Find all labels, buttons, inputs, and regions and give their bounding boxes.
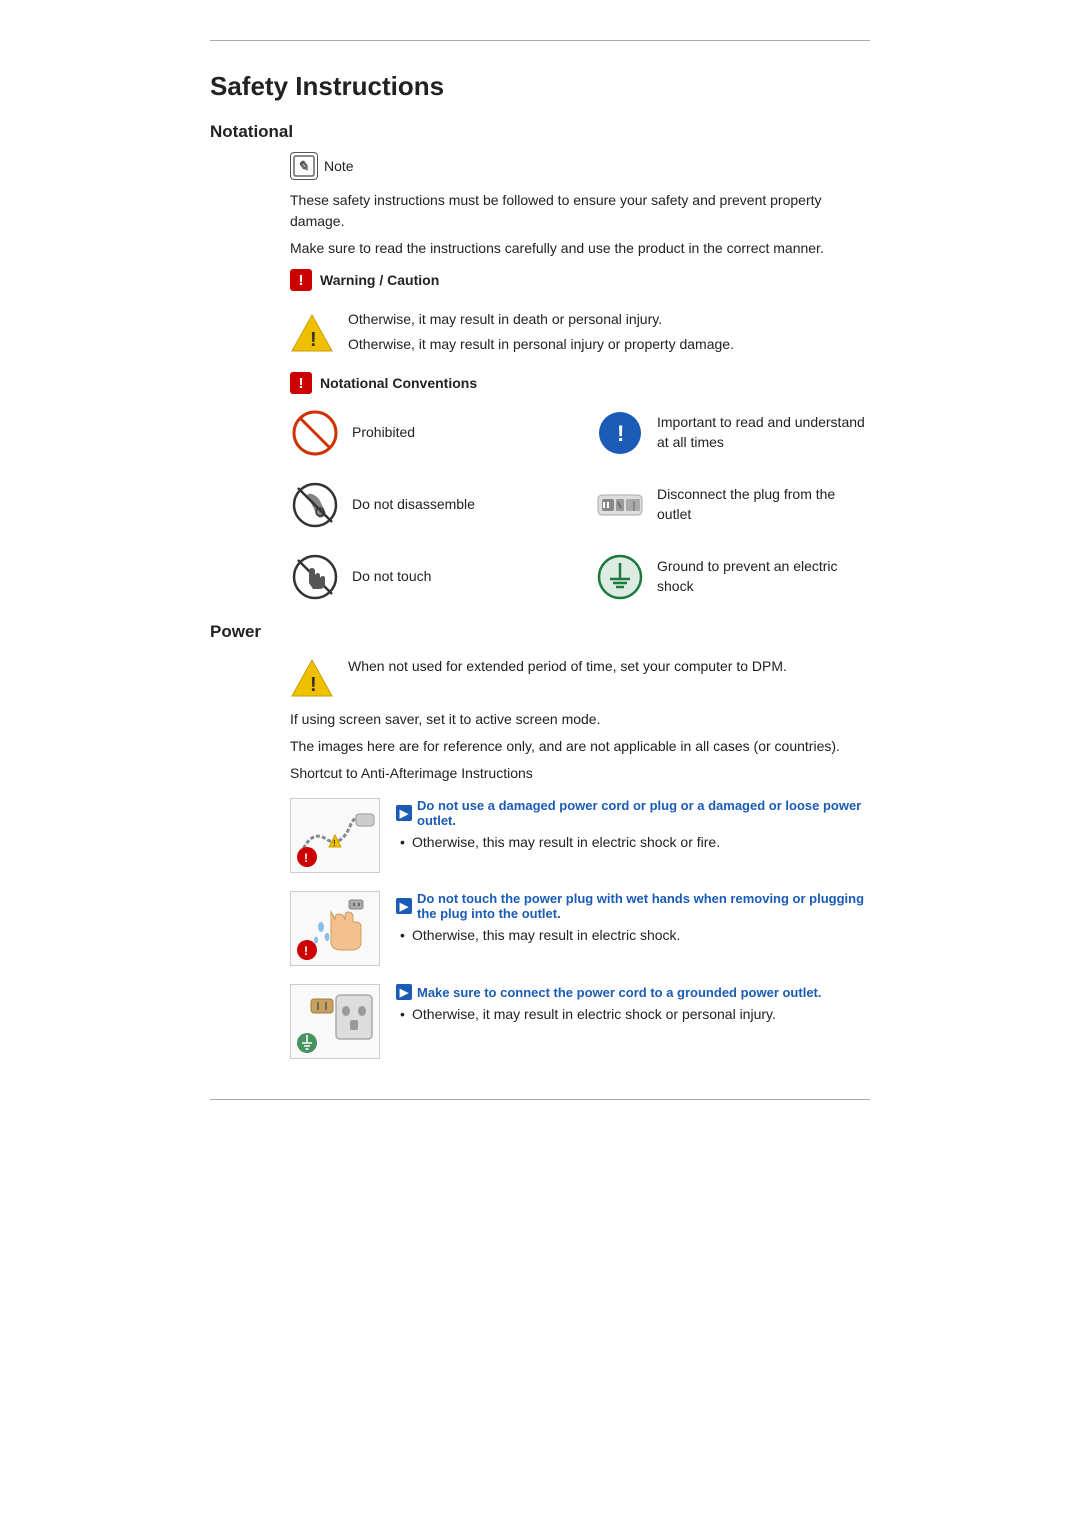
warning-exclaim-icon: ! [290, 269, 312, 291]
ground-label: Ground to prevent an electric shock [657, 557, 870, 596]
power-text2: If using screen saver, set it to active … [290, 709, 870, 730]
important-icon: ! [595, 408, 645, 458]
warning-text1: Otherwise, it may result in death or per… [348, 309, 734, 330]
svg-text:!: ! [304, 851, 308, 865]
power-cord-bullet: Otherwise, this may result in electric s… [396, 832, 870, 853]
power-wet-hands-blue-label: ▶ Do not touch the power plug with wet h… [396, 891, 870, 921]
power-image-wet-hands: ! [290, 891, 380, 966]
warning-label-row: ! Warning / Caution [210, 269, 870, 291]
svg-text:✎: ✎ [297, 158, 309, 174]
warning-label: Warning / Caution [320, 272, 439, 288]
power-item-ground: ▶ Make sure to connect the power cord to… [210, 984, 870, 1059]
power-cord-label-text: Do not use a damaged power cord or plug … [417, 798, 870, 828]
note-row: ✎ Note [210, 152, 870, 180]
power-text3: The images here are for reference only, … [290, 736, 870, 757]
note-icon: ✎ [290, 152, 318, 180]
disconnect-label: Disconnect the plug from the outlet [657, 485, 870, 524]
conventions-heading: Notational Conventions [320, 375, 477, 391]
ground-icon [595, 552, 645, 602]
convention-important: ! Important to read and under­stand at a… [595, 408, 870, 458]
important-label: Important to read and under­stand at all… [657, 413, 870, 452]
top-divider [210, 40, 870, 41]
note-text2: Make sure to read the instructions caref… [210, 238, 870, 259]
blue-arrow-icon-1: ▶ [396, 805, 412, 821]
power-triangle-icon: ! [290, 658, 334, 701]
power-ground-text-block: ▶ Make sure to connect the power cord to… [396, 984, 870, 1027]
blue-arrow-icon-3: ▶ [396, 984, 412, 1000]
conventions-grid: Prohibited ! Important to read and under… [210, 408, 870, 602]
convention-disassemble: Do not disassemble [290, 480, 565, 530]
power-ground-blue-label: ▶ Make sure to connect the power cord to… [396, 984, 870, 1000]
conventions-label-row: ! Notational Conventions [210, 372, 870, 394]
disassemble-label: Do not disassemble [352, 495, 475, 515]
power-image-cord: ! ! [290, 798, 380, 873]
prohibited-label: Prohibited [352, 423, 415, 443]
convention-disconnect: Disconnect the plug from the outlet [595, 480, 870, 530]
prohibited-icon [290, 408, 340, 458]
no-touch-label: Do not touch [352, 567, 431, 587]
triangle-warning-icon: ! [290, 313, 334, 356]
note-text1: These safety instructions must be follow… [210, 190, 870, 232]
convention-no-touch: Do not touch [290, 552, 565, 602]
warning-texts: Otherwise, it may result in death or per… [348, 309, 734, 355]
power-item-wet-hands: ! ▶ Do not touch the power plug with wet… [210, 891, 870, 966]
power-warning-texts: When not used for extended period of tim… [348, 656, 787, 681]
svg-text:!: ! [310, 674, 317, 696]
power-ground-bullet: Otherwise, it may result in electric sho… [396, 1004, 870, 1025]
note-label: Note [324, 158, 354, 174]
convention-ground: Ground to prevent an electric shock [595, 552, 870, 602]
power-wet-hands-bullet: Otherwise, this may result in electric s… [396, 925, 870, 946]
warning-text2: Otherwise, it may result in personal inj… [348, 334, 734, 355]
no-touch-icon [290, 552, 340, 602]
svg-text:!: ! [333, 839, 336, 848]
power-cord-text-block: ▶ Do not use a damaged power cord or plu… [396, 798, 870, 855]
power-warning-text1: When not used for extended period of tim… [348, 656, 787, 677]
power-wet-hands-label-text: Do not touch the power plug with wet han… [417, 891, 870, 921]
power-item-cord: ! ! ▶ Do not use a damaged power cord or… [210, 798, 870, 873]
svg-text:!: ! [617, 421, 624, 446]
power-ground-label-text: Make sure to connect the power cord to a… [417, 985, 822, 1000]
power-wet-hands-text-block: ▶ Do not touch the power plug with wet h… [396, 891, 870, 948]
blue-arrow-icon-2: ▶ [396, 898, 412, 914]
svg-text:!: ! [310, 329, 317, 351]
convention-prohibited: Prohibited [290, 408, 565, 458]
disconnect-icon [595, 480, 645, 530]
power-heading: Power [210, 622, 870, 642]
conventions-exclaim-icon: ! [290, 372, 312, 394]
power-text4: Shortcut to Anti-Afterimage Instructions [290, 763, 870, 784]
disassemble-icon [290, 480, 340, 530]
power-image-ground [290, 984, 380, 1059]
svg-text:!: ! [304, 944, 308, 958]
bottom-divider [210, 1099, 870, 1100]
page-title: Safety Instructions [210, 71, 870, 102]
power-cord-blue-label: ▶ Do not use a damaged power cord or plu… [396, 798, 870, 828]
notational-heading: Notational [210, 122, 870, 142]
